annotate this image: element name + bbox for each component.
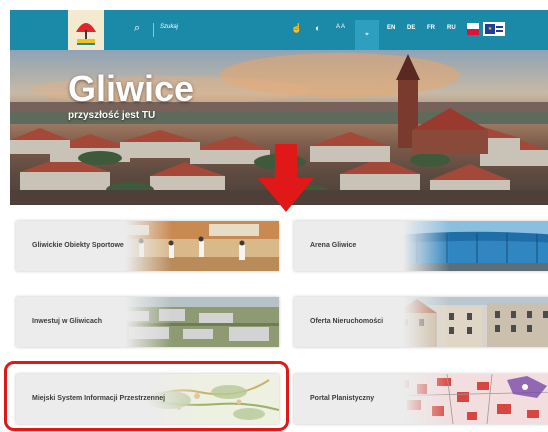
language-pl-active[interactable]: ⌖ xyxy=(355,20,379,50)
search-input[interactable]: Szukaj xyxy=(160,24,178,30)
tile-real-estate-offer[interactable]: Oferta Nieruchomości xyxy=(294,297,548,347)
tile-label: Portal Planistyczny xyxy=(294,374,450,424)
contrast-icon[interactable]: ◐ xyxy=(315,23,320,33)
tile-arena-gliwice[interactable]: Arena Gliwice xyxy=(294,221,548,271)
sign-language-icon[interactable]: ☝ xyxy=(291,23,302,34)
hero-subtitle: przyszłość jest TU xyxy=(68,110,156,121)
language-de[interactable]: DE xyxy=(407,25,415,31)
language-ru[interactable]: RU xyxy=(447,25,456,31)
city-logo[interactable] xyxy=(68,10,104,50)
search-divider xyxy=(153,23,154,37)
eu-flag-icon[interactable]: ★ xyxy=(483,22,505,36)
font-size-toggle[interactable]: A A xyxy=(336,24,345,30)
tile-label: Arena Gliwice xyxy=(294,221,450,271)
language-fr[interactable]: FR xyxy=(427,25,435,31)
tile-label: Inwestuj w Gliwicach xyxy=(16,297,172,347)
tile-planning-portal[interactable]: Portal Planistyczny xyxy=(294,374,548,424)
search-icon[interactable]: ⌕ xyxy=(134,22,140,35)
hero-title: Gliwice xyxy=(68,68,195,109)
tile-sports-facilities[interactable]: Gliwickie Obiekty Sportowe xyxy=(16,221,279,271)
pl-language-icon: ⌖ xyxy=(365,31,369,38)
tile-label: Gliwickie Obiekty Sportowe xyxy=(16,221,172,271)
red-down-arrow-icon xyxy=(258,144,314,212)
tile-label: Miejski System Informacji Przestrzennej xyxy=(16,374,202,424)
top-navigation-bar: ⌕ Szukaj ☝ ◐ A A ⌖ EN DE FR RU ★ xyxy=(10,10,548,50)
tile-invest-in-gliwice[interactable]: Inwestuj w Gliwicach xyxy=(16,297,279,347)
tile-label: Oferta Nieruchomości xyxy=(294,297,450,347)
language-en[interactable]: EN xyxy=(387,25,395,31)
polish-flag-icon[interactable] xyxy=(467,23,479,35)
